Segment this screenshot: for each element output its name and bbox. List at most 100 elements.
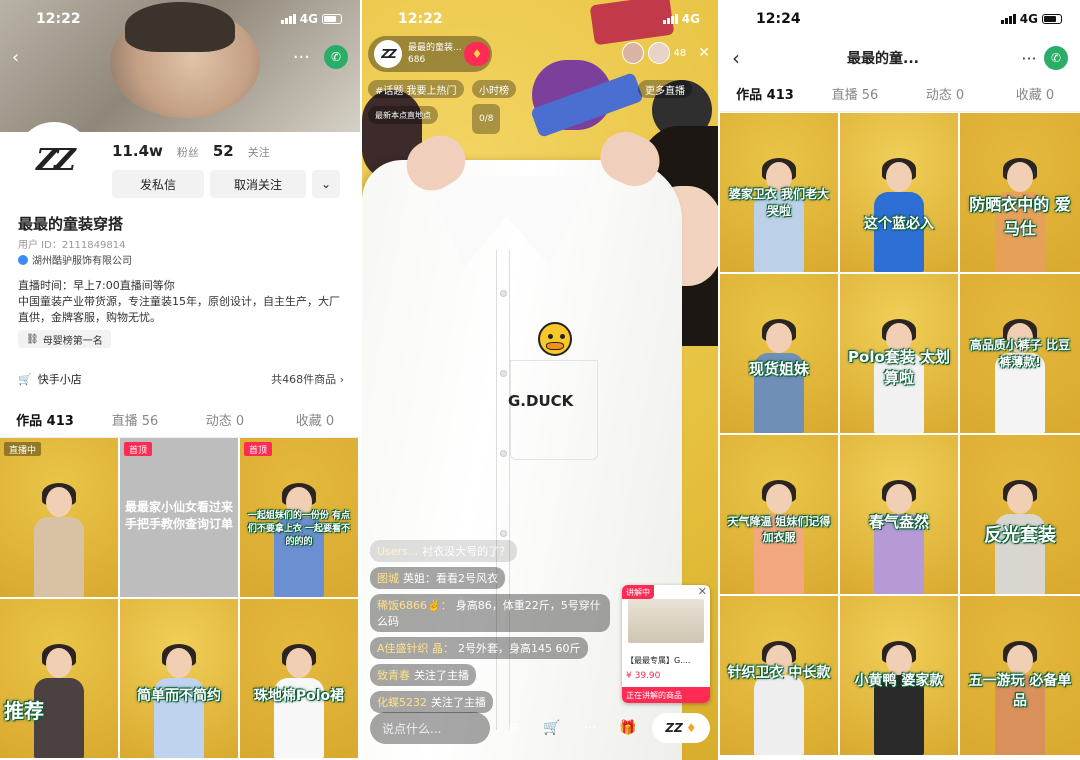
- fan-group-button[interactable]: ZZ ♦: [652, 713, 710, 743]
- works-grid: 直播中 首顶最最家小仙女看过来 手把手教你查询订单 首顶 一起姐妹们的一份份 有点们不…: [0, 438, 360, 758]
- thumbnail-caption: 针织卫衣 中长款: [727, 665, 831, 681]
- following-label: 关注: [247, 146, 270, 159]
- hour-rank-chip[interactable]: 小时榜: [472, 80, 516, 98]
- status-time: 12:22: [398, 11, 443, 27]
- video-thumbnail[interactable]: 婆家卫衣 我们老大哭啦: [720, 113, 838, 272]
- battery-icon: [1042, 14, 1062, 24]
- tab-activity[interactable]: 动态 0: [180, 410, 270, 429]
- network-label: 4G: [681, 12, 700, 26]
- more-icon[interactable]: ···: [293, 47, 310, 68]
- link-icon[interactable]: ⊕: [500, 714, 528, 742]
- video-thumbnail[interactable]: 推荐: [0, 599, 118, 758]
- thumbnail-badge: 首顶: [124, 442, 153, 456]
- video-thumbnail[interactable]: 珠地棉Polo裙: [240, 599, 358, 758]
- comment-text: 衬衣没大号的了？: [422, 545, 511, 558]
- tab-works[interactable]: 作品 413: [720, 84, 810, 103]
- company-name: 湖州酷驴服饰有限公司: [32, 256, 132, 267]
- thumbnail-caption: 推荐: [4, 699, 44, 723]
- video-thumbnail[interactable]: 现货姐妹: [720, 274, 838, 433]
- link-icon: ⛓: [26, 333, 39, 345]
- video-thumbnail[interactable]: 天气降温 姐妹们记得加衣服: [720, 435, 838, 594]
- timer-chip[interactable]: 0/8: [472, 104, 501, 134]
- comment-list: Users... 衬衣没大号的了？ 图城 英姐：看看2号风衣 稀饭6866✌️： 身高86…: [370, 540, 610, 713]
- bio-line: 中国童装产业带货源，专注童装15年，原创设计，自主生产，大厂直供，金牌客服，购物…: [18, 295, 340, 324]
- comment-text: 英姐：看看2号风衣: [403, 572, 498, 585]
- works-grid: 婆家卫衣 我们老大哭啦 这个蓝必入 防晒衣中的 爱马仕现货姐妹 Polo套装 太划算啦…: [720, 113, 1080, 755]
- tab-live[interactable]: 直播 56: [810, 84, 900, 103]
- profile-name: 最最的童装穿搭: [18, 215, 124, 233]
- tab-favorites[interactable]: 收藏 0: [270, 410, 360, 429]
- battery-icon: [322, 14, 342, 24]
- bio-line: 直播时间：早上7:00直播间等你: [18, 279, 175, 292]
- profile-tabs: 作品 413 直播 56 动态 0 收藏 0: [0, 402, 360, 438]
- thumbnail-caption: 婆家卫衣 我们老大哭啦: [728, 187, 830, 218]
- thumbnail-caption: 珠地棉Polo裙: [253, 688, 345, 704]
- page-title: 最最的童...: [847, 51, 919, 67]
- tab-live[interactable]: 直播 56: [90, 410, 180, 429]
- host-card[interactable]: ZZ 最最的童装... 686 ♦: [368, 36, 492, 72]
- fan-group-avatar: ZZ: [665, 721, 683, 735]
- video-thumbnail[interactable]: 小黄鸭 婆家款: [840, 596, 958, 755]
- back-icon[interactable]: ‹: [12, 47, 19, 68]
- video-thumbnail[interactable]: 反光套装: [960, 435, 1080, 594]
- video-thumbnail[interactable]: 首顶 一起姐妹们的一份份 有点们不要拿上衣 一起要看不 的的的: [240, 438, 358, 597]
- unfollow-button[interactable]: 取消关注: [210, 170, 306, 198]
- tab-favorites[interactable]: 收藏 0: [990, 84, 1080, 103]
- wechat-share-icon[interactable]: ✆: [324, 45, 348, 69]
- message-button[interactable]: 发私信: [112, 170, 204, 198]
- comment-user: Users...: [377, 545, 419, 558]
- works-tabs: 作品 413 直播 56 动态 0 收藏 0: [720, 76, 1080, 112]
- viewers[interactable]: 48 ✕: [621, 42, 710, 64]
- works-panel: 12:24 4G ‹ 最最的童... ··· ✆ 作品 413 直播 56 动态…: [720, 0, 1080, 760]
- video-thumbnail[interactable]: 首顶最最家小仙女看过来 手把手教你查询订单: [120, 438, 238, 597]
- host-likes: 686: [408, 55, 426, 65]
- thumbnail-caption: 最最家小仙女看过来 手把手教你查询订单: [124, 500, 233, 531]
- video-thumbnail[interactable]: 简单而不简约: [120, 599, 238, 758]
- close-icon[interactable]: ✕: [698, 45, 710, 61]
- signal-icon: [662, 14, 678, 24]
- video-thumbnail[interactable]: 春气盎然: [840, 435, 958, 594]
- thumbnail-caption: 高品质小裤子 比豆裤薄款!: [969, 338, 1071, 369]
- expand-button[interactable]: ⌄: [312, 170, 340, 198]
- product-name: 【最最专属】G....: [626, 656, 691, 665]
- product-image: [628, 599, 704, 643]
- cart-icon[interactable]: 🛒: [538, 714, 566, 742]
- rank-tag[interactable]: ⛓ 母婴榜第一名: [18, 330, 111, 348]
- host-avatar[interactable]: ZZ: [374, 40, 402, 68]
- comment-item: 化蝶5232 关注了主播: [370, 691, 493, 713]
- video-thumbnail[interactable]: 直播中: [0, 438, 118, 597]
- close-icon[interactable]: ✕: [698, 585, 707, 598]
- video-thumbnail[interactable]: 这个蓝必入: [840, 113, 958, 272]
- shop-entry[interactable]: 🛒 快手小店 共468件商品 ›: [18, 368, 344, 390]
- more-icon[interactable]: ···: [1014, 49, 1044, 68]
- topic-small: 最新本点直地点: [368, 106, 438, 124]
- person-figure: [870, 641, 928, 755]
- following-count: 52: [212, 142, 234, 160]
- tab-works[interactable]: 作品 413: [0, 410, 90, 429]
- gift-icon[interactable]: 🎁: [614, 714, 642, 742]
- comment-input[interactable]: 说点什么...: [370, 712, 490, 744]
- verified-company: 湖州酷驴服饰有限公司: [18, 252, 132, 267]
- topic-chip[interactable]: #话题 我要上热门: [368, 80, 464, 98]
- video-thumbnail[interactable]: 高品质小裤子 比豆裤薄款!: [960, 274, 1080, 433]
- comment-user: 图城: [377, 572, 399, 585]
- follow-icon[interactable]: ♦: [464, 42, 490, 66]
- more-live-chip[interactable]: 更多直播: [638, 80, 692, 98]
- product-card[interactable]: 讲解中 ✕ 【最最专属】G.... ¥ 39.90 正在讲解的商品: [622, 585, 710, 703]
- product-price: ¥ 39.90: [626, 671, 661, 681]
- status-bar: 12:24 4G: [720, 6, 1080, 32]
- video-thumbnail[interactable]: 防晒衣中的 爱马仕: [960, 113, 1080, 272]
- rank-tag-label: 母婴榜第一名: [42, 335, 103, 347]
- thumbnail-caption: 简单而不简约: [137, 688, 221, 704]
- avatar[interactable]: ZZ: [16, 122, 92, 198]
- comment-user: A佳盛针织 晶：: [377, 642, 455, 655]
- wechat-share-icon[interactable]: ✆: [1044, 46, 1068, 70]
- video-thumbnail[interactable]: Polo套装 太划算啦: [840, 274, 958, 433]
- video-thumbnail[interactable]: 针织卫衣 中长款: [720, 596, 838, 755]
- thumbnail-badge: 首顶: [244, 442, 273, 456]
- back-icon[interactable]: ‹: [732, 46, 752, 70]
- video-thumbnail[interactable]: 五一游玩 必备单品: [960, 596, 1080, 755]
- tab-activity[interactable]: 动态 0: [900, 84, 990, 103]
- thumbnail-badge: 直播中: [4, 442, 42, 456]
- more-icon[interactable]: ···: [576, 714, 604, 742]
